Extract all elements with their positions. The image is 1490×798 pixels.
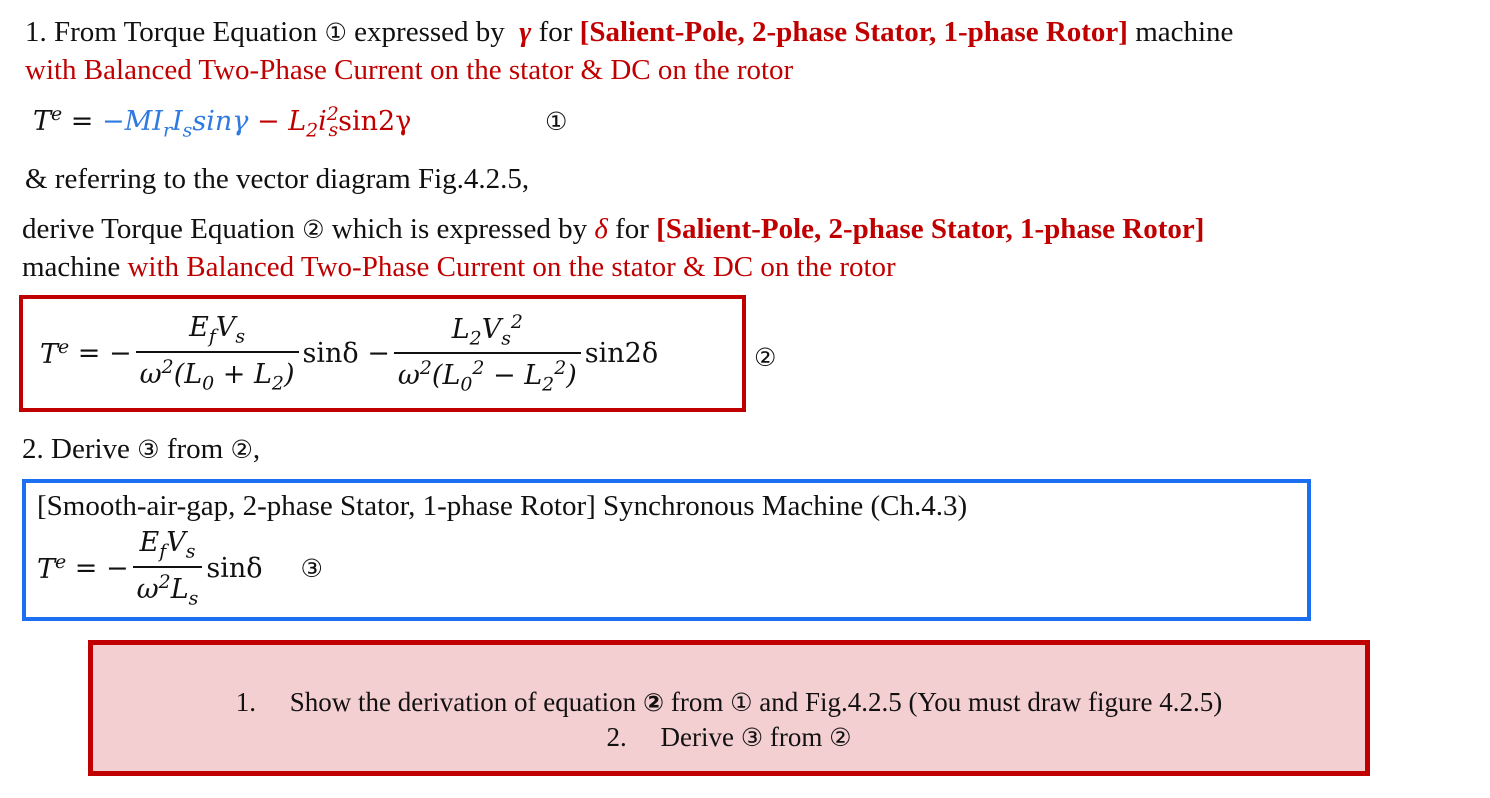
task-instructions-box: 1. Show the derivation of equation ② fro… xyxy=(88,640,1370,776)
task-eq2-marker: ② xyxy=(642,688,665,717)
task-item-2: 2. Derive ③ from ② xyxy=(93,722,1365,753)
q2-heading-prefix: 2. Derive xyxy=(22,433,130,465)
eq2-fraction-1: EfVs ω2(L0 + L2) xyxy=(135,312,299,394)
eq2-ref-marker-2: ② xyxy=(230,435,253,464)
task-item-1-text-a: Show the derivation of equation xyxy=(289,687,637,717)
q1-reference-line: & referring to the vector diagram Fig.4.… xyxy=(25,163,530,195)
q1-intro-suffix: machine xyxy=(1135,16,1234,48)
q1-derive-for: for xyxy=(615,213,649,245)
eq2-equals: = − xyxy=(77,337,132,369)
gamma-symbol: γ xyxy=(519,16,532,48)
task-item-2-text-a: Derive xyxy=(660,722,734,752)
q1-derive-condition: with Balanced Two-Phase Current on the s… xyxy=(127,251,896,283)
equation-1: Te = −MIrIssinγ − L2i2ssin2γ xyxy=(33,103,411,141)
eq1-term1: −MIrIssinγ xyxy=(102,106,249,142)
eq1-ref-marker: ① xyxy=(324,18,347,47)
q1-derive-machine: machine xyxy=(22,251,121,283)
q1-condition-line: with Balanced Two-Phase Current on the s… xyxy=(25,54,794,86)
eq2-fraction-2: L2Vs2 ω2(L02 − L22) xyxy=(393,311,581,395)
machine-type-label: [Salient-Pole, 2-phase Stator, 1-phase R… xyxy=(579,16,1128,48)
eq3-ref-marker: ③ xyxy=(137,435,160,464)
eq3-fraction: EfVs ω2Ls xyxy=(132,527,203,609)
q2-heading: 2. Derive ③ from ②, xyxy=(22,433,260,466)
eq1-term2: − L2i2ssin2γ xyxy=(256,103,412,142)
eq3-lhs: Te xyxy=(37,551,67,585)
task-eq3-marker: ③ xyxy=(740,723,764,752)
eq2-sin-delta: sinδ xyxy=(302,337,359,369)
task-eq1-marker: ① xyxy=(730,688,753,717)
q1-derive-condition-line: machine with Balanced Two-Phase Current … xyxy=(22,251,896,284)
q2-heading-suffix: , xyxy=(252,433,261,465)
eq2-ref-marker: ② xyxy=(302,215,325,244)
eq1-lhs: Te xyxy=(33,103,63,137)
q1-intro-mid: expressed by xyxy=(354,16,505,48)
eq2-lhs: Te xyxy=(40,336,70,370)
task-item-1-number: 1. xyxy=(235,687,256,717)
eq2-sin-2delta: sin2δ xyxy=(584,337,659,369)
eq3-equals: = − xyxy=(74,552,129,584)
q1-for: for xyxy=(538,16,573,48)
q1-intro-prefix: 1. From Torque Equation xyxy=(25,16,318,48)
task-item-1: 1. Show the derivation of equation ② fro… xyxy=(93,687,1365,718)
task-eq2-marker-2: ② xyxy=(829,723,852,752)
q1-intro-line: 1. From Torque Equation ① expressed by γ… xyxy=(25,16,1233,49)
eq2-label: ② xyxy=(754,343,777,372)
q1-derive-line: derive Torque Equation ② which is expres… xyxy=(22,213,1204,246)
machine-type-label-2: [Salient-Pole, 2-phase Stator, 1-phase R… xyxy=(656,213,1205,245)
q1-derive-prefix: derive Torque Equation xyxy=(22,213,295,245)
eq3-label: ③ xyxy=(300,553,323,583)
eq1-equals: = xyxy=(70,106,94,137)
eq3-sin-delta: sinδ xyxy=(206,552,263,584)
eq2-minus: − xyxy=(367,337,390,369)
q2-heading-from: from xyxy=(166,433,224,465)
task-item-1-text-c: and Fig.4.2.5 (You must draw figure 4.2.… xyxy=(759,687,1223,717)
equation-2: Te = − EfVs ω2(L0 + L2) sinδ − L2Vs2 ω2(… xyxy=(40,303,658,403)
eq1-label: ① xyxy=(545,107,568,136)
delta-symbol: δ xyxy=(594,213,608,245)
task-item-1-text-b: from xyxy=(670,687,724,717)
smooth-air-gap-title: [Smooth-air-gap, 2-phase Stator, 1-phase… xyxy=(37,490,968,522)
q1-derive-mid: which is expressed by xyxy=(331,213,588,245)
task-item-2-number: 2. xyxy=(606,722,627,752)
task-item-2-text-b: from xyxy=(769,722,823,752)
equation-3: Te = − EfVs ω2Ls sinδ ③ xyxy=(37,527,323,609)
